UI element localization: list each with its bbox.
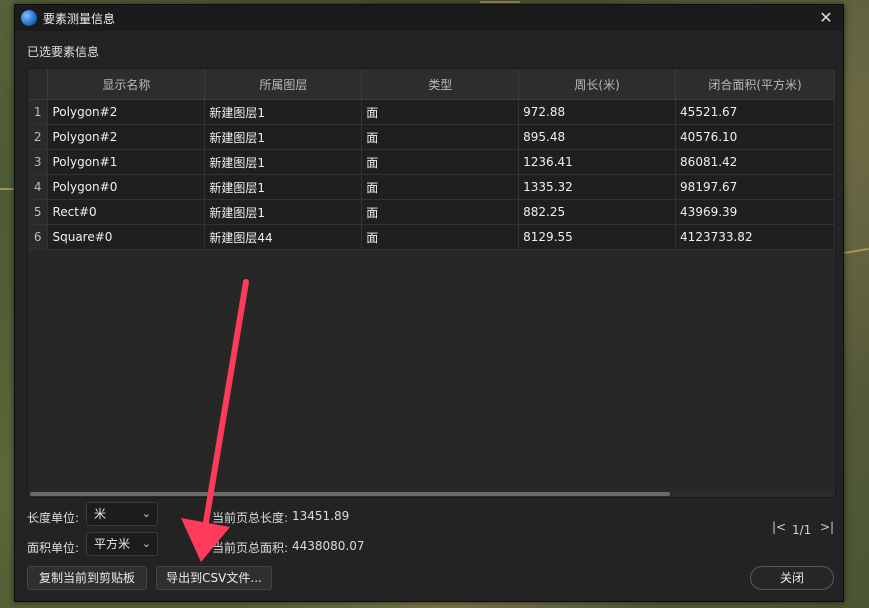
cell-area: 40576.10 [675,124,835,150]
cell-name: Polygon#2 [47,124,206,150]
area-unit-select[interactable]: 平方米 ⌄ [86,532,158,556]
table-row[interactable]: 1 Polygon#2 新建图层1 面 972.88 45521.67 [28,99,835,125]
scrollbar-thumb[interactable] [30,492,670,496]
total-length-label: 当前页总长度: [212,511,289,525]
table-row[interactable]: 5 Rect#0 新建图层1 面 882.25 43969.39 [28,199,835,225]
cell-type: 面 [361,174,520,200]
column-header-type[interactable]: 类型 [361,69,520,100]
cell-perimeter: 972.88 [518,99,677,125]
cell-name: Square#0 [47,224,206,250]
cell-area: 43969.39 [675,199,835,225]
row-number: 6 [28,224,49,250]
column-header-layer[interactable]: 所属图层 [204,69,363,100]
cell-layer: 新建图层1 [204,124,363,150]
cell-layer: 新建图层44 [204,224,363,250]
column-header-name[interactable]: 显示名称 [47,69,206,100]
cell-name: Polygon#0 [47,174,206,200]
cell-perimeter: 882.25 [518,199,677,225]
cell-area: 45521.67 [675,99,835,125]
table-row[interactable]: 6 Square#0 新建图层44 面 8129.55 4123733.82 [28,224,835,250]
total-area-value: 4438080.07 [292,539,365,553]
cell-area: 86081.42 [675,149,835,175]
cell-type: 面 [361,149,520,175]
column-header-perimeter[interactable]: 周长(米) [518,69,677,100]
row-number-header [28,69,49,100]
chevron-down-icon: ⌄ [141,537,151,550]
map-road [0,188,14,190]
total-area-label: 当前页总面积: [212,541,289,555]
chevron-down-icon: ⌄ [141,507,151,520]
title-bar: 要素测量信息 ✕ [15,5,843,31]
cell-layer: 新建图层1 [204,99,363,125]
cell-area: 98197.67 [675,174,835,200]
cell-perimeter: 1335.32 [518,174,677,200]
cell-layer: 新建图层1 [204,199,363,225]
length-unit-select[interactable]: 米 ⌄ [86,502,158,526]
row-number: 1 [28,99,49,125]
cell-perimeter: 895.48 [518,124,677,150]
column-header-area[interactable]: 闭合面积(平方米) [675,69,835,100]
row-number: 5 [28,199,49,225]
cell-name: Polygon#1 [47,149,206,175]
close-icon[interactable]: ✕ [817,9,835,27]
app-globe-icon [21,10,37,26]
section-label: 已选要素信息 [27,45,100,59]
map-road [480,1,520,3]
horizontal-scrollbar[interactable] [28,491,835,497]
cell-name: Rect#0 [47,199,206,225]
table-row[interactable]: 3 Polygon#1 新建图层1 面 1236.41 86081.42 [28,149,835,175]
cell-layer: 新建图层1 [204,149,363,175]
close-button[interactable]: 关闭 [750,566,834,590]
last-page-icon[interactable]: >| [820,520,834,534]
first-page-icon[interactable]: |< [772,520,786,534]
cell-perimeter: 8129.55 [518,224,677,250]
length-unit-label: 长度单位: [27,511,80,525]
cell-type: 面 [361,224,520,250]
cell-type: 面 [361,99,520,125]
table-header-row: 显示名称 所属图层 类型 周长(米) 闭合面积(平方米) [28,69,835,100]
area-unit-label: 面积单位: [27,541,80,555]
cell-name: Polygon#2 [47,99,206,125]
length-unit-value: 米 [94,507,107,521]
area-unit-value: 平方米 [94,537,131,551]
feature-table: 显示名称 所属图层 类型 周长(米) 闭合面积(平方米) 1 Polygon#2 新… [27,68,836,498]
total-length-value: 13451.89 [292,509,350,523]
cell-layer: 新建图层1 [204,174,363,200]
cell-type: 面 [361,199,520,225]
measurement-dialog: 要素测量信息 ✕ 已选要素信息 显示名称 所属图层 类型 周长(米) 闭合面积(… [14,4,844,602]
table-row[interactable]: 2 Polygon#2 新建图层1 面 895.48 40576.10 [28,124,835,150]
row-number: 2 [28,124,49,150]
row-number: 4 [28,174,49,200]
row-number: 3 [28,149,49,175]
page-indicator: 1/1 [792,523,812,537]
copy-to-clipboard-button[interactable]: 复制当前到剪贴板 [27,566,147,590]
table-row[interactable]: 4 Polygon#0 新建图层1 面 1335.32 98197.67 [28,174,835,200]
cell-area: 4123733.82 [675,224,835,250]
cell-type: 面 [361,124,520,150]
export-csv-button[interactable]: 导出到CSV文件... [156,566,272,590]
cell-perimeter: 1236.41 [518,149,677,175]
dialog-title: 要素测量信息 [43,11,116,26]
